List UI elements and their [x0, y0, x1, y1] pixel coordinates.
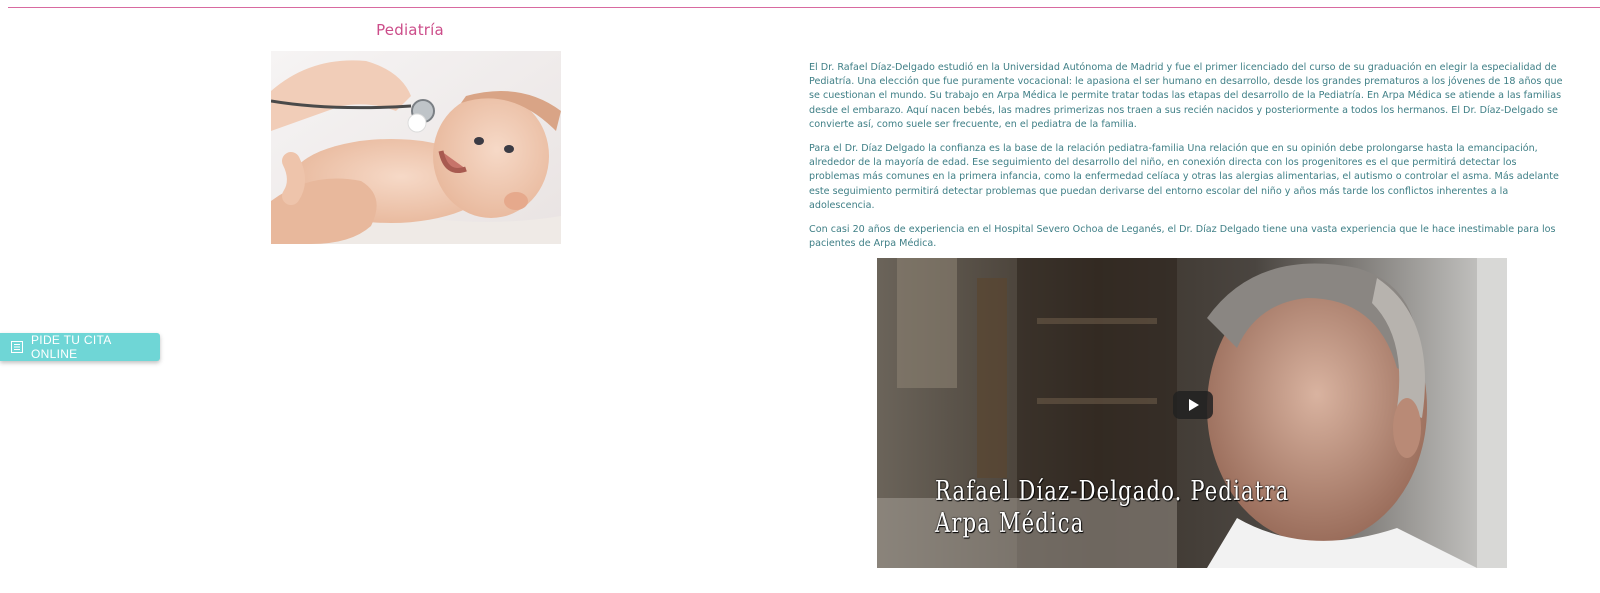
bio-paragraph: Con casi 20 años de experiencia en el Ho…	[809, 224, 1556, 250]
doctor-bio: El Dr. Rafael Díaz-Delgado estudió en la…	[809, 61, 1564, 261]
video-caption: Rafael Díaz-Delgado. Pediatra Arpa Médic…	[935, 476, 1289, 540]
video-player[interactable]: Rafael Díaz-Delgado. Pediatra Arpa Médic…	[877, 258, 1507, 568]
top-divider	[8, 7, 1600, 8]
bio-paragraph: El Dr. Rafael Díaz-Delgado estudió en la…	[809, 62, 1563, 130]
list-icon	[11, 341, 23, 353]
baby-photo	[271, 51, 561, 244]
play-button[interactable]	[1173, 391, 1213, 419]
book-appointment-label: PIDE TU CITA ONLINE	[31, 333, 111, 361]
book-appointment-button[interactable]: PIDE TU CITA ONLINE	[0, 333, 160, 361]
play-icon	[1189, 399, 1199, 411]
bio-paragraph: Para el Dr. Díaz Delgado la confianza es…	[809, 143, 1559, 211]
video-caption-line: Rafael Díaz-Delgado. Pediatra	[935, 476, 1290, 507]
video-caption-line: Arpa Médica	[935, 508, 1085, 539]
page: Pediatría El Dr. Rafael Díaz-Delgado est…	[0, 0, 1600, 593]
section-title: Pediatría	[376, 21, 444, 39]
